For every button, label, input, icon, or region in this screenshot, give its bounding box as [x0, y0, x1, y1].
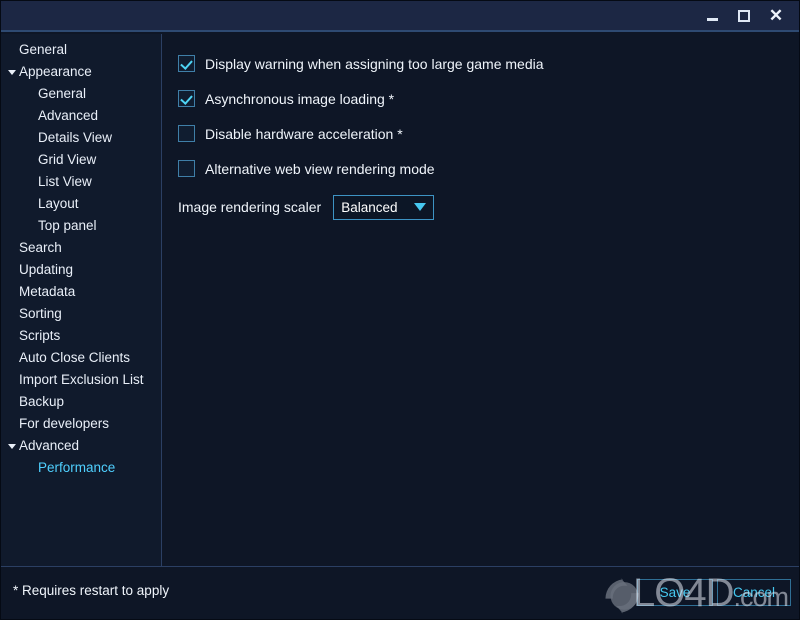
sidebar-item-advanced[interactable]: Advanced	[1, 105, 161, 127]
footer-bar: * Requires restart to apply Save Cancel	[1, 567, 799, 619]
cancel-button[interactable]: Cancel	[717, 579, 791, 606]
checkbox-group: Display warning when assigning too large…	[178, 46, 799, 186]
settings-window: ✕ General Appearance General Advanced Detail…	[0, 0, 800, 620]
settings-sidebar[interactable]: General Appearance General Advanced Details …	[1, 34, 162, 566]
sidebar-item-label: Scripts	[19, 328, 61, 343]
sidebar-item-appearance[interactable]: Appearance	[1, 61, 161, 83]
sidebar-item-general[interactable]: General	[1, 83, 161, 105]
sidebar-item-auto-close-clients[interactable]: Auto Close Clients	[1, 347, 161, 369]
checkbox-checked[interactable]	[178, 55, 195, 72]
sidebar-item-import-exclusion-list[interactable]: Import Exclusion List	[1, 369, 161, 391]
checkbox-row: Alternative web view rendering mode	[178, 151, 799, 186]
image-rendering-scaler-row: Image rendering scaler Balanced	[178, 190, 799, 224]
checkbox-row: Disable hardware acceleration *	[178, 116, 799, 151]
sidebar-item-label: Backup	[19, 394, 65, 409]
sidebar-item-advanced[interactable]: Advanced	[1, 435, 161, 457]
restart-note: * Requires restart to apply	[13, 583, 170, 598]
image-rendering-scaler-label: Image rendering scaler	[178, 199, 322, 215]
chevron-down-icon[interactable]	[8, 70, 16, 75]
sidebar-item-list-view[interactable]: List View	[1, 171, 161, 193]
sidebar-item-label: Import Exclusion List	[19, 372, 144, 387]
sidebar-item-label: Advanced	[38, 108, 99, 123]
sidebar-item-performance[interactable]: Performance	[1, 457, 161, 479]
checkbox-row: Asynchronous image loading *	[178, 81, 799, 116]
sidebar-item-label: Auto Close Clients	[19, 350, 131, 365]
sidebar-item-label: Search	[19, 240, 62, 255]
checkbox-label[interactable]: Display warning when assigning too large…	[205, 56, 544, 72]
sidebar-item-label: Layout	[38, 196, 79, 211]
title-bar: ✕	[1, 1, 799, 32]
sidebar-item-label: Metadata	[19, 284, 76, 299]
close-icon: ✕	[768, 6, 784, 25]
sidebar-item-label: Appearance	[19, 64, 92, 79]
settings-panel-performance: Display warning when assigning too large…	[162, 34, 799, 566]
checkbox-unchecked[interactable]	[178, 125, 195, 142]
chevron-down-icon	[414, 203, 427, 211]
checkbox-row: Display warning when assigning too large…	[178, 46, 799, 81]
sidebar-item-layout[interactable]: Layout	[1, 193, 161, 215]
minimize-button[interactable]	[697, 1, 727, 31]
maximize-button[interactable]	[729, 1, 759, 31]
sidebar-item-updating[interactable]: Updating	[1, 259, 161, 281]
sidebar-item-label: Sorting	[19, 306, 62, 321]
sidebar-item-label: List View	[38, 174, 92, 189]
checkbox-label[interactable]: Alternative web view rendering mode	[205, 161, 435, 177]
sidebar-item-metadata[interactable]: Metadata	[1, 281, 161, 303]
window-body: General Appearance General Advanced Details …	[1, 34, 799, 566]
sidebar-item-label: For developers	[19, 416, 110, 431]
close-button[interactable]: ✕	[761, 1, 791, 31]
sidebar-item-scripts[interactable]: Scripts	[1, 325, 161, 347]
save-button[interactable]: Save	[637, 579, 713, 606]
sidebar-item-label: General	[38, 86, 87, 101]
checkbox-checked[interactable]	[178, 90, 195, 107]
image-rendering-scaler-value: Balanced	[341, 199, 398, 215]
sidebar-item-label: Updating	[19, 262, 74, 277]
sidebar-item-label: Advanced	[19, 438, 80, 453]
sidebar-item-top-panel[interactable]: Top panel	[1, 215, 161, 237]
checkbox-label[interactable]: Asynchronous image loading *	[205, 91, 394, 107]
sidebar-item-search[interactable]: Search	[1, 237, 161, 259]
sidebar-item-details-view[interactable]: Details View	[1, 127, 161, 149]
chevron-down-icon[interactable]	[8, 444, 16, 449]
sidebar-item-sorting[interactable]: Sorting	[1, 303, 161, 325]
sidebar-item-general[interactable]: General	[1, 39, 161, 61]
sidebar-item-label: General	[19, 42, 68, 57]
checkbox-unchecked[interactable]	[178, 160, 195, 177]
sidebar-item-label: Grid View	[38, 152, 97, 167]
sidebar-item-label: Details View	[38, 130, 113, 145]
sidebar-item-for-developers[interactable]: For developers	[1, 413, 161, 435]
image-rendering-scaler-select[interactable]: Balanced	[333, 194, 435, 220]
sidebar-item-grid-view[interactable]: Grid View	[1, 149, 161, 171]
sidebar-item-backup[interactable]: Backup	[1, 391, 161, 413]
checkbox-label[interactable]: Disable hardware acceleration *	[205, 126, 403, 142]
sidebar-item-label: Top panel	[38, 218, 97, 233]
maximize-icon	[738, 9, 750, 22]
sidebar-item-label: Performance	[38, 460, 116, 475]
minimize-icon	[706, 18, 718, 21]
